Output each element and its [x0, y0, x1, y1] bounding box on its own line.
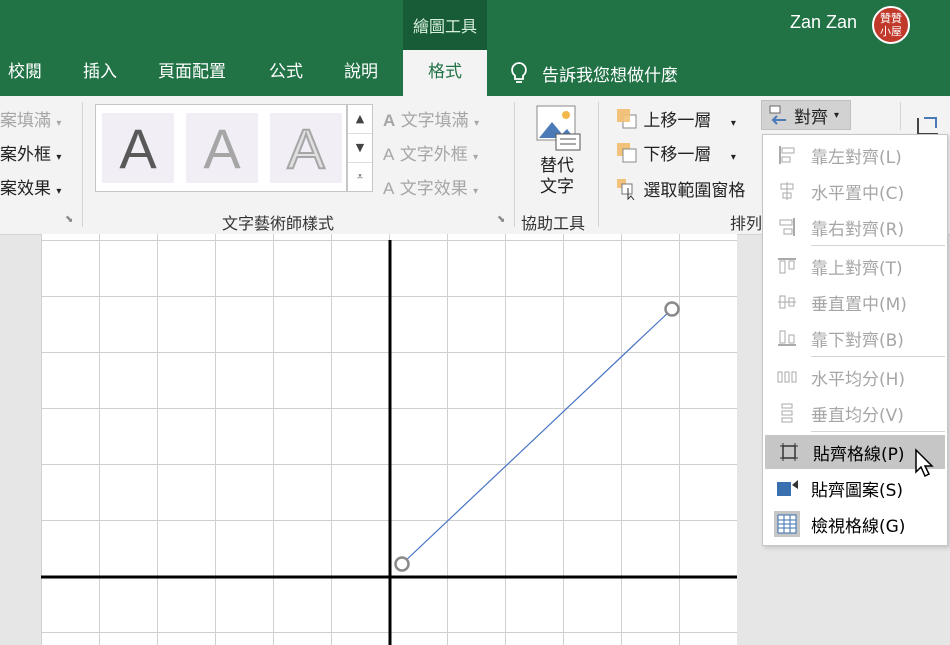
- menu-item-label: 水平均分(H): [811, 369, 906, 390]
- menu-item-label: 檢視格線(G): [811, 516, 906, 537]
- align-bottom-icon: [778, 330, 796, 346]
- align-center-icon: [780, 182, 794, 200]
- menu-item-align-right[interactable]: 靠右對齊(R): [763, 210, 945, 244]
- snap-to-grid-icon: [780, 443, 798, 461]
- menu-item-distribute-vertical[interactable]: 垂直均分(V): [763, 396, 945, 430]
- menu-separator: [811, 356, 945, 357]
- mouse-cursor-icon: [915, 448, 934, 478]
- menu-item-distribute-horizontal[interactable]: 水平均分(H): [763, 360, 945, 394]
- menu-item-label: 垂直置中(M): [811, 294, 907, 315]
- align-right-icon: [779, 218, 795, 236]
- menu-item-align-left[interactable]: 靠左對齊(L): [763, 138, 945, 172]
- menu-separator: [811, 431, 945, 432]
- align-middle-icon: [778, 295, 796, 309]
- distribute-vertical-icon: [781, 403, 793, 423]
- menu-separator: [811, 245, 945, 246]
- menu-item-label: 靠上對齊(T): [811, 258, 903, 279]
- menu-item-align-bottom[interactable]: 靠下對齊(B): [763, 321, 945, 355]
- menu-item-align-middle[interactable]: 垂直置中(M): [763, 285, 945, 319]
- align-top-icon: [778, 258, 796, 274]
- align-menu: 靠左對齊(L) 水平置中(C) 靠右對齊(R) 靠上對齊(T) 垂直置中(M) …: [762, 134, 948, 546]
- view-gridlines-icon: [774, 511, 800, 537]
- selected-line-shape[interactable]: [401, 308, 673, 565]
- menu-item-label: 貼齊圖案(S): [811, 480, 904, 501]
- menu-item-label: 靠右對齊(R): [811, 219, 905, 240]
- snap-to-shape-icon: [777, 480, 798, 496]
- menu-item-align-top[interactable]: 靠上對齊(T): [763, 249, 945, 283]
- menu-item-label: 垂直均分(V): [811, 405, 904, 426]
- menu-item-label: 水平置中(C): [811, 183, 905, 204]
- align-left-icon: [779, 146, 795, 164]
- menu-item-label: 靠下對齊(B): [811, 330, 904, 351]
- menu-item-align-center[interactable]: 水平置中(C): [763, 174, 945, 208]
- menu-item-view-gridlines[interactable]: 檢視格線(G): [763, 507, 945, 541]
- menu-item-label: 靠左對齊(L): [811, 147, 902, 168]
- line-end-handle[interactable]: [664, 301, 680, 317]
- line-start-handle[interactable]: [394, 556, 410, 572]
- menu-item-label: 貼齊格線(P): [813, 444, 905, 465]
- distribute-horizontal-icon: [777, 371, 797, 383]
